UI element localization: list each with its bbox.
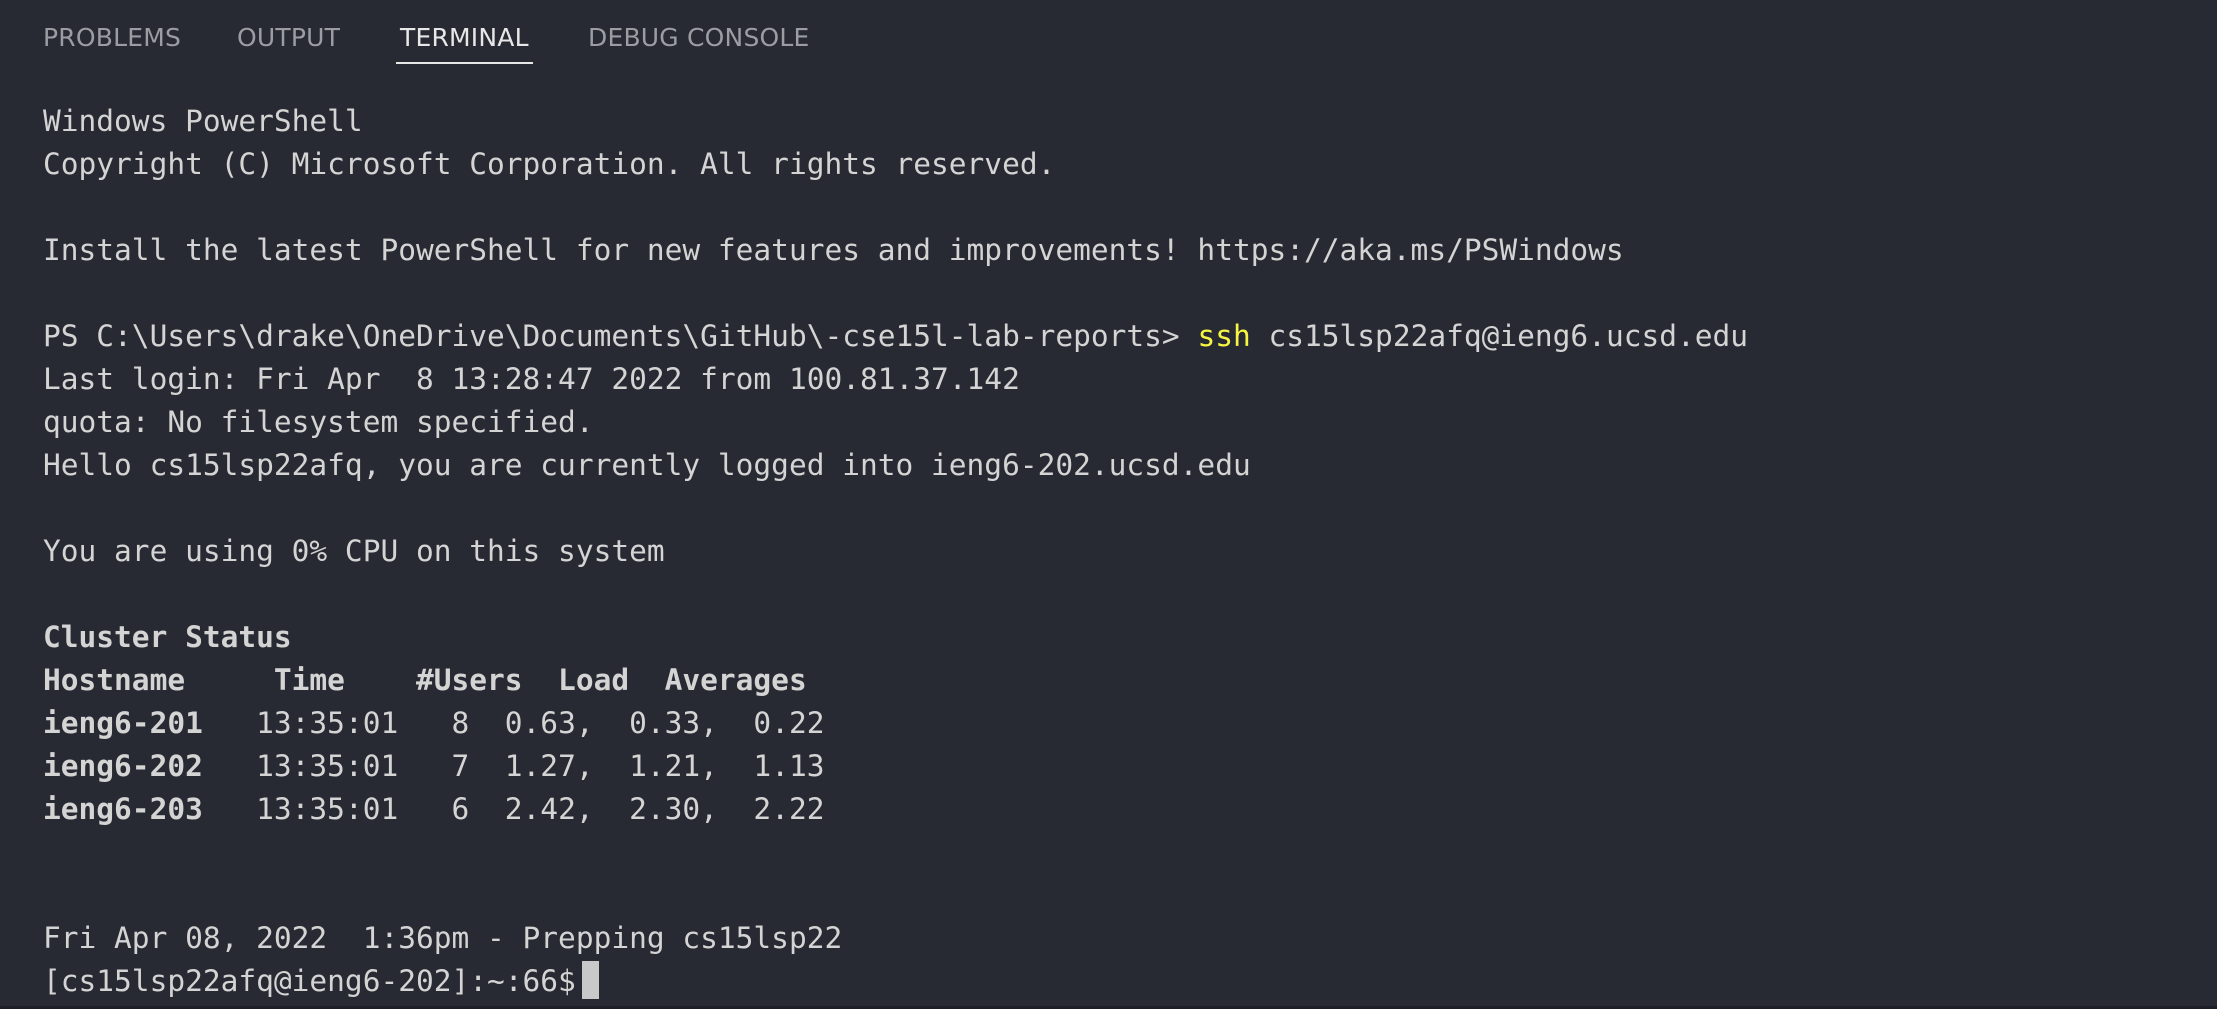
- cluster-row-values: 13:35:01 6 2.42, 2.30, 2.22: [202, 792, 825, 826]
- tab-output[interactable]: OUTPUT: [237, 20, 340, 64]
- terminal-cursor: [581, 961, 599, 999]
- cluster-row: ieng6-201 13:35:01 8 0.63, 0.33, 0.22: [43, 702, 824, 745]
- ps-command-line: PS C:\Users\drake\OneDrive\Documents\Git…: [43, 315, 1748, 358]
- hello-message: Hello cs15lsp22afq, you are currently lo…: [43, 448, 1251, 482]
- cpu-usage: You are using 0% CPU on this system: [43, 534, 665, 568]
- cluster-row-values: 13:35:01 8 0.63, 0.33, 0.22: [202, 706, 825, 740]
- install-notice: Install the latest PowerShell for new fe…: [43, 233, 1624, 267]
- ssh-args: cs15lsp22afq@ieng6.ucsd.edu: [1250, 319, 1749, 353]
- prep-message: Fri Apr 08, 2022 1:36pm - Prepping cs15l…: [43, 921, 843, 955]
- banner-copyright: Copyright (C) Microsoft Corporation. All…: [43, 147, 1056, 181]
- ps-prompt: PS C:\Users\drake\OneDrive\Documents\Git…: [43, 319, 1198, 353]
- tab-terminal[interactable]: TERMINAL: [396, 20, 533, 64]
- tab-problems[interactable]: PROBLEMS: [43, 20, 181, 64]
- cluster-row: ieng6-202 13:35:01 7 1.27, 1.21, 1.13: [43, 745, 824, 788]
- quota-message: quota: No filesystem specified.: [43, 405, 594, 439]
- banner-title: Windows PowerShell: [43, 104, 363, 138]
- last-login: Last login: Fri Apr 8 13:28:47 2022 from…: [43, 362, 1020, 396]
- cluster-hostname: ieng6-203: [43, 792, 203, 826]
- ssh-command: ssh: [1197, 319, 1251, 353]
- cluster-status-title: Cluster Status: [43, 620, 292, 654]
- cluster-hostname: ieng6-202: [43, 749, 203, 783]
- cluster-hostname: ieng6-201: [43, 706, 203, 740]
- shell-prompt-line[interactable]: [cs15lsp22afq@ieng6-202]:~:66$: [43, 960, 599, 1003]
- terminal-output[interactable]: Windows PowerShell Copyright (C) Microso…: [43, 100, 2193, 1005]
- panel-tab-bar: PROBLEMS OUTPUT TERMINAL DEBUG CONSOLE: [0, 0, 2217, 64]
- tab-debug-console[interactable]: DEBUG CONSOLE: [588, 20, 810, 64]
- cluster-row: ieng6-203 13:35:01 6 2.42, 2.30, 2.22: [43, 788, 824, 831]
- cluster-status-header: Hostname Time #Users Load Averages: [43, 663, 807, 697]
- cluster-row-values: 13:35:01 7 1.27, 1.21, 1.13: [202, 749, 825, 783]
- shell-prompt: [cs15lsp22afq@ieng6-202]:~:66$: [43, 964, 576, 998]
